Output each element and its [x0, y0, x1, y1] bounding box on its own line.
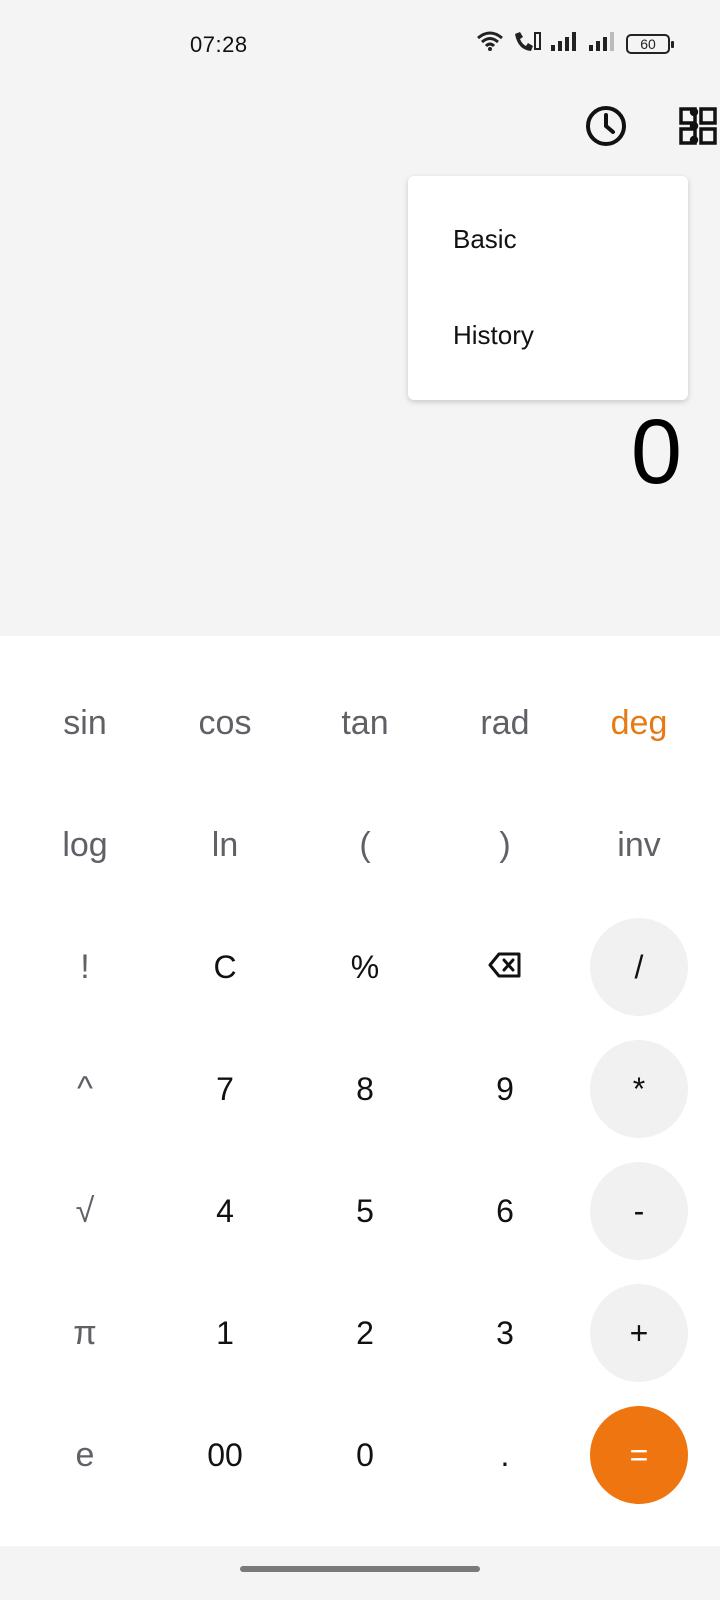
menu-item-history[interactable]: History: [453, 320, 534, 351]
wifi-icon: [476, 30, 504, 57]
key-sin[interactable]: sin: [36, 674, 134, 772]
key-decimal[interactable]: .: [456, 1406, 554, 1504]
key-multiply[interactable]: *: [590, 1040, 688, 1138]
key-cos[interactable]: cos: [176, 674, 274, 772]
key-log[interactable]: log: [36, 796, 134, 894]
key-sqrt[interactable]: √: [36, 1162, 134, 1260]
key-deg[interactable]: deg: [590, 674, 688, 772]
key-9[interactable]: 9: [456, 1040, 554, 1138]
key-ln[interactable]: ln: [176, 796, 274, 894]
key-factorial[interactable]: !: [36, 918, 134, 1016]
status-bar: 07:28 60: [0, 0, 720, 92]
key-0[interactable]: 0: [316, 1406, 414, 1504]
key-8[interactable]: 8: [316, 1040, 414, 1138]
more-vert-icon: [688, 107, 700, 150]
wifi-calling-icon: [512, 30, 542, 57]
key-equals[interactable]: =: [590, 1406, 688, 1504]
key-e[interactable]: e: [36, 1406, 134, 1504]
key-clear[interactable]: C: [176, 918, 274, 1016]
key-close-paren[interactable]: ): [456, 796, 554, 894]
menu-item-basic[interactable]: Basic: [453, 224, 517, 255]
history-button[interactable]: [580, 102, 632, 154]
key-rad[interactable]: rad: [456, 674, 554, 772]
history-icon: [585, 105, 627, 152]
key-5[interactable]: 5: [316, 1162, 414, 1260]
key-3[interactable]: 3: [456, 1284, 554, 1382]
key-tan[interactable]: tan: [316, 674, 414, 772]
battery-icon: 60: [626, 33, 674, 54]
status-icons: 60: [476, 30, 674, 57]
key-inv[interactable]: inv: [590, 796, 688, 894]
key-4[interactable]: 4: [176, 1162, 274, 1260]
signal-icon: [588, 31, 618, 56]
key-backspace[interactable]: [456, 918, 554, 1016]
key-plus[interactable]: +: [590, 1284, 688, 1382]
navigation-bar: [0, 1546, 720, 1600]
keypad: sin cos tan rad deg log ln ( ) inv ! C %…: [0, 636, 720, 1546]
more-options-button[interactable]: [668, 102, 720, 154]
home-gesture-handle[interactable]: [240, 1566, 480, 1572]
key-2[interactable]: 2: [316, 1284, 414, 1382]
key-divide[interactable]: /: [590, 918, 688, 1016]
signal-icon: [550, 31, 580, 56]
key-power[interactable]: ^: [36, 1040, 134, 1138]
overflow-menu: Basic History: [408, 176, 688, 400]
status-time: 07:28: [190, 32, 248, 57]
result-display: 0: [630, 401, 682, 503]
key-percent[interactable]: %: [316, 918, 414, 1016]
toolbar: [420, 102, 720, 154]
key-open-paren[interactable]: (: [316, 796, 414, 894]
key-pi[interactable]: π: [36, 1284, 134, 1382]
backspace-icon: [488, 949, 522, 986]
key-6[interactable]: 6: [456, 1162, 554, 1260]
key-minus[interactable]: -: [590, 1162, 688, 1260]
battery-level: 60: [640, 35, 656, 52]
key-00[interactable]: 00: [176, 1406, 274, 1504]
key-7[interactable]: 7: [176, 1040, 274, 1138]
key-1[interactable]: 1: [176, 1284, 274, 1382]
